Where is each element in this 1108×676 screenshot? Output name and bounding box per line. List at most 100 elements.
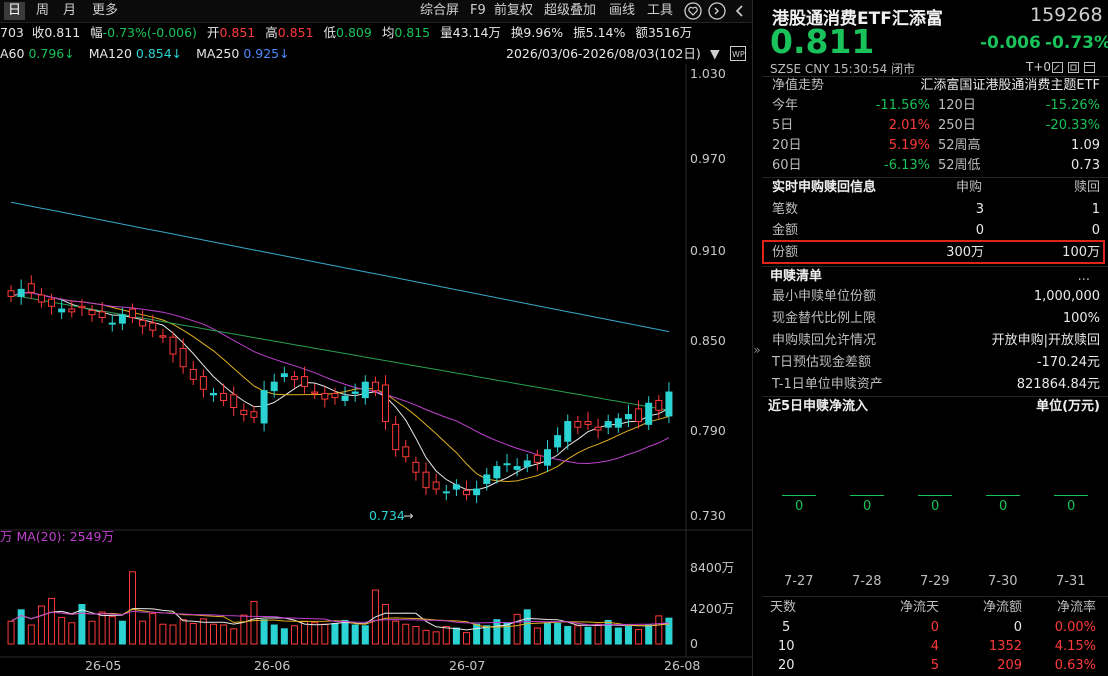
calendar-icon[interactable] xyxy=(1084,62,1095,77)
volume-bar xyxy=(463,632,471,645)
tab-day[interactable]: 日 xyxy=(4,2,26,20)
candle-body xyxy=(321,392,329,400)
list-row: T-1日单位申赎资产 821864.84元 xyxy=(762,375,1108,395)
composite-screen-button[interactable]: 综合屏 xyxy=(420,2,459,20)
ma120-value: 0.854↓ xyxy=(135,46,183,61)
inflow-unit: 单位(万元) xyxy=(1036,399,1100,414)
candle-body xyxy=(78,305,86,309)
draw-line-button[interactable]: 画线 xyxy=(609,2,635,20)
nav-value: 0.73 xyxy=(1071,158,1100,173)
price-tick: 0.910 xyxy=(690,243,726,258)
f9-button[interactable]: F9 xyxy=(470,2,486,20)
volume-bar xyxy=(543,622,551,645)
currency: CNY xyxy=(804,62,830,76)
volume-bar xyxy=(179,619,187,645)
candles xyxy=(7,275,673,504)
volume-bar xyxy=(250,600,258,645)
candle-body xyxy=(209,392,217,396)
volume-bars xyxy=(7,571,673,645)
flow-header: 净流额 xyxy=(982,600,1022,615)
ma250-value: 0.925↓ xyxy=(243,46,290,61)
forward-adjust-button[interactable]: 前复权 xyxy=(494,2,533,20)
tools-button[interactable]: 工具 xyxy=(647,2,673,20)
edit-icon[interactable] xyxy=(1052,62,1063,77)
more-button[interactable]: ... xyxy=(1078,267,1090,287)
tab-week[interactable]: 周 xyxy=(36,2,49,20)
nav-label: 52周高 xyxy=(938,138,981,153)
flow-days: 5 xyxy=(782,620,791,635)
candle-body xyxy=(250,411,258,418)
inflow-bar xyxy=(986,495,1020,496)
kline-chart[interactable]: 1.030 0.970 0.910 0.850 0.790 0.730 0.73… xyxy=(0,64,752,676)
nav-row: 今年 -11.56% 120日 -15.26% xyxy=(762,96,1108,116)
flow-table-row: 10 4 1352 4.15% xyxy=(762,637,1108,657)
amount-value: 3516万 xyxy=(647,25,693,40)
market: SZSE xyxy=(770,62,802,76)
tab-month[interactable]: 月 xyxy=(63,2,76,20)
candle-body xyxy=(290,376,298,380)
super-overlay-button[interactable]: 超级叠加 xyxy=(544,2,596,20)
amp-value: -0.73%(-0.006) xyxy=(102,25,197,40)
inflow-bar xyxy=(918,495,952,496)
candle-body xyxy=(68,308,76,313)
inflow-title: 近5日申赎净流入 xyxy=(768,399,869,414)
chart-grid xyxy=(0,64,752,658)
candle-body xyxy=(543,449,551,466)
close-label: 收 xyxy=(31,25,45,40)
nav-row: 60日 -6.13% 52周低 0.73 xyxy=(762,156,1108,176)
volume-bar xyxy=(412,626,420,645)
volume-bar xyxy=(402,623,410,645)
candle-body xyxy=(27,283,35,293)
nav-label: 5日 xyxy=(772,118,794,133)
price-axis: 1.030 0.970 0.910 0.850 0.790 0.730 0.73… xyxy=(0,66,734,673)
volume-bar xyxy=(483,625,491,645)
grid-icon[interactable] xyxy=(1068,62,1079,77)
volume-bar xyxy=(37,605,45,645)
volume-bar xyxy=(341,619,349,645)
realtime-buy: 0 xyxy=(975,223,984,238)
volume-bar xyxy=(331,622,339,645)
candle-body xyxy=(402,446,410,458)
inflow-date: 7-28 xyxy=(852,574,882,589)
volume-bar xyxy=(503,622,511,645)
list-label: T日预估现金差额 xyxy=(772,355,871,370)
candle-body xyxy=(503,463,511,466)
amp-label: 幅 xyxy=(90,25,103,40)
volume-bar xyxy=(209,623,217,645)
high-value: 0.851 xyxy=(277,25,314,40)
collapse-handle[interactable]: » xyxy=(752,330,762,370)
volume-bar xyxy=(584,626,592,645)
candle-body xyxy=(645,402,653,425)
list-row: 现金替代比例上限 100% xyxy=(762,309,1108,329)
candle-body xyxy=(473,488,481,496)
open-value: 0.851 xyxy=(219,25,256,40)
last-price: 0.811 xyxy=(770,22,875,61)
volume-bar xyxy=(493,619,501,645)
list-label: 最小申赎单位份额 xyxy=(772,289,877,304)
candle-body xyxy=(574,421,582,428)
sidebar-toggle-icon[interactable] xyxy=(708,2,726,24)
dropdown-triangle-icon[interactable]: ▼ xyxy=(710,43,720,64)
candle-body xyxy=(169,336,177,355)
volume-bar xyxy=(382,603,390,645)
ma-legend-bar: A60 0.796↓ MA120 0.854↓ MA250 0.925↓ 202… xyxy=(0,43,752,64)
price-tick: 1.030 xyxy=(690,66,726,81)
realtime-label: 金额 xyxy=(772,223,799,238)
volume-bar xyxy=(554,622,562,645)
candle-body xyxy=(442,491,450,494)
fund-code: 159268 xyxy=(1030,4,1103,26)
candle-body xyxy=(665,391,673,417)
inflow-value: 0 xyxy=(795,499,804,514)
date-tick: 26-07 xyxy=(449,658,485,673)
candle-body xyxy=(179,347,187,368)
tab-more[interactable]: 更多 xyxy=(92,2,118,20)
nav-label: 60日 xyxy=(772,158,802,173)
date-range[interactable]: 2026/03/06-2026/08/03(102日) xyxy=(506,43,701,64)
ma60-label: A60 xyxy=(0,46,25,61)
list-label: 申购赎回允许情况 xyxy=(772,333,877,348)
list-label: T-1日单位申赎资产 xyxy=(772,377,883,392)
back-icon[interactable] xyxy=(733,2,747,24)
heart-icon[interactable] xyxy=(684,2,702,24)
chart-toolbar: 日 周 月 更多 综合屏 F9 前复权 超级叠加 画线 工具 xyxy=(0,0,752,23)
nav-value: -11.56% xyxy=(875,98,930,113)
